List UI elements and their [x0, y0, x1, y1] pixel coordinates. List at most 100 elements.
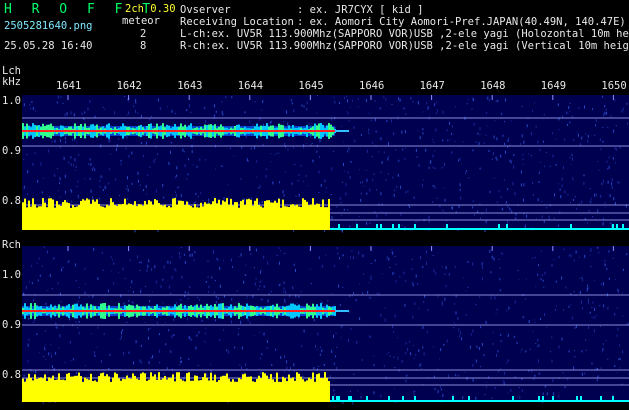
lch-noise — [515, 213, 517, 216]
rch-noise — [516, 342, 518, 345]
rch-level-tail — [548, 400, 550, 402]
lch-noise — [104, 108, 106, 110]
lch-noise — [291, 182, 293, 185]
rch-noise — [284, 355, 285, 359]
lch-noise — [32, 162, 34, 166]
rch-noise — [383, 365, 385, 368]
lch-level-tail — [474, 228, 476, 230]
lch-level-bar — [318, 203, 320, 230]
rch-noise — [342, 286, 344, 288]
rch-noise — [590, 249, 592, 252]
rch-level-bar — [316, 374, 318, 402]
rch-noise — [148, 259, 150, 263]
lch-level-bar — [170, 207, 172, 230]
rch-noise — [558, 257, 560, 258]
lch-level-tail — [620, 228, 622, 230]
lch-noise — [444, 198, 446, 202]
rch-noise — [517, 270, 519, 271]
lch-noise — [345, 183, 347, 187]
lch-noise — [600, 194, 602, 198]
lch-noise — [501, 112, 503, 115]
lch-level-bar — [90, 203, 92, 230]
lch-noise — [27, 170, 29, 174]
lch-noise — [57, 167, 58, 169]
rch-noise — [455, 295, 457, 298]
lch-noise — [291, 102, 293, 105]
rch-noise — [191, 338, 193, 341]
rch-noise — [348, 338, 350, 342]
rch-noise — [464, 371, 466, 373]
lch-level-bar — [310, 204, 312, 230]
rch-noise — [555, 308, 556, 311]
lch-level-bar — [80, 200, 82, 230]
lch-level-tail — [356, 224, 358, 230]
rch-noise — [50, 344, 52, 346]
lch-level-bar — [68, 203, 70, 230]
rch-noise — [570, 304, 572, 306]
lch-noise — [84, 178, 86, 180]
lch-noise — [125, 147, 127, 150]
lch-level-tail — [526, 228, 528, 230]
rch-level-tail — [566, 400, 568, 402]
lch-noise — [333, 96, 335, 98]
lch-noise — [455, 106, 456, 108]
lch-noise — [432, 201, 434, 203]
rch-level-tail — [446, 400, 448, 402]
lch-noise — [522, 198, 524, 202]
lch-noise — [205, 119, 207, 123]
lch-level-tail — [470, 228, 472, 230]
lch-noise — [507, 220, 509, 224]
lch-level-bar — [134, 201, 136, 230]
lch-noise — [59, 177, 61, 181]
lch-noise — [316, 95, 318, 97]
lch-level-tail — [520, 228, 522, 230]
rch-noise — [238, 327, 240, 329]
rch-noise — [426, 250, 428, 254]
lch-level-tail — [498, 224, 500, 230]
rch-noise — [591, 362, 593, 365]
lch-level-bar — [166, 207, 168, 230]
lch-noise — [588, 209, 590, 211]
lch-noise — [599, 138, 601, 142]
lch-level-bar — [236, 202, 238, 230]
lch-noise — [266, 168, 268, 170]
lch-noise — [425, 148, 427, 152]
lch-level-bar — [314, 204, 316, 230]
lch-level-tail — [590, 228, 592, 230]
rch-noise — [353, 373, 355, 375]
lch-noise — [175, 193, 177, 197]
rch-level-bar — [276, 372, 278, 402]
lch-noise — [447, 139, 449, 142]
rch-level-bar — [218, 380, 220, 402]
lch-noise — [154, 158, 156, 160]
rch-level-bar — [40, 377, 42, 402]
lch-noise — [514, 192, 516, 196]
lch-level-tail — [468, 228, 470, 230]
lch-noise — [497, 100, 499, 103]
lch-level-tail — [400, 228, 402, 230]
rch-noise — [617, 372, 619, 374]
rch-noise — [234, 346, 236, 349]
rch-noise — [293, 363, 295, 367]
rch-noise — [542, 279, 544, 282]
rch-noise — [181, 360, 182, 363]
lch-noise — [432, 166, 434, 169]
lch-noise — [375, 130, 377, 133]
lch-noise — [76, 186, 78, 187]
rch-noise — [163, 372, 165, 375]
rch-noise — [568, 305, 570, 308]
rch-noise — [126, 321, 128, 323]
rch-noise — [373, 364, 375, 367]
lch-noise — [594, 134, 596, 136]
rch-noise — [210, 364, 212, 366]
rch-noise — [132, 291, 134, 293]
lch-noise — [452, 206, 453, 210]
lch-noise — [607, 126, 609, 129]
lch-noise — [410, 97, 412, 100]
rch-level-bar — [70, 376, 72, 402]
rch-level-tail — [544, 400, 546, 402]
spectrogram-canvas — [22, 95, 629, 405]
rch-level-bar — [214, 374, 216, 402]
rch-noise — [331, 349, 333, 353]
lch-noise — [557, 103, 559, 107]
